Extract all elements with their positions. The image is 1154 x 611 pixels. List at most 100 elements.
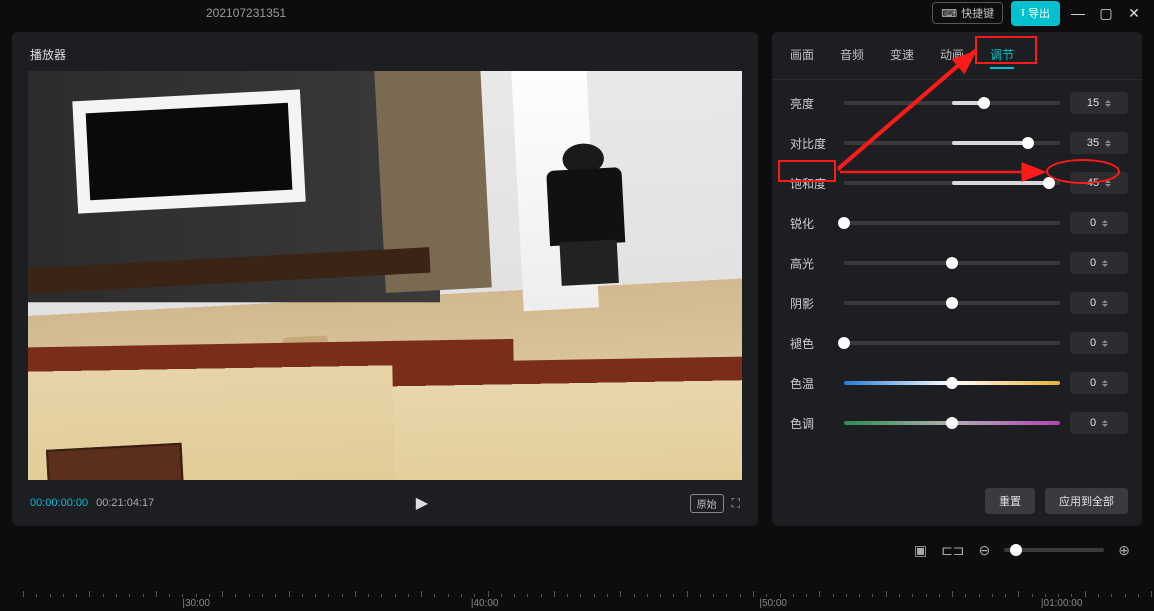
aspect-ratio-button[interactable]: 原始 (690, 494, 724, 513)
crop-icon: ▣ (914, 542, 927, 558)
slider-track[interactable] (844, 261, 1060, 265)
maximize-button[interactable]: ▢ (1096, 5, 1116, 22)
current-time: 00:00:00:00 (30, 497, 88, 509)
ruler-label: |01:00:00 (1041, 598, 1083, 609)
zoom-in-icon: ⊕ (1118, 542, 1130, 558)
split-tool[interactable]: ⊏⊐ (941, 542, 964, 559)
split-icon: ⊏⊐ (941, 542, 964, 558)
slider-value[interactable]: 35 (1070, 132, 1128, 154)
sliders-group: 亮度 15 对比度 35 饱和度 45 锐化 0 高光 0 阴影 0 褪色 0 色温 0 色调 0 (772, 80, 1142, 434)
preview-canvas[interactable] (28, 71, 742, 480)
slider-label: 色温 (790, 375, 834, 392)
stepper-icon[interactable] (1102, 300, 1108, 307)
slider-value[interactable]: 45 (1070, 172, 1128, 194)
tab-画面[interactable]: 画面 (790, 46, 814, 69)
slider-row-锐化: 锐化 0 (790, 212, 1128, 234)
slider-row-阴影: 阴影 0 (790, 292, 1128, 314)
slider-value[interactable]: 0 (1070, 252, 1128, 274)
zoom-slider[interactable] (1004, 548, 1104, 552)
slider-track[interactable] (844, 381, 1060, 385)
slider-track[interactable] (844, 301, 1060, 305)
stepper-icon[interactable] (1102, 340, 1108, 347)
slider-label: 对比度 (790, 135, 834, 152)
ruler-label: |30:00 (182, 598, 210, 609)
fullscreen-button[interactable]: ⛶ (732, 496, 740, 511)
ruler-label: |40:00 (471, 598, 499, 609)
slider-label: 色调 (790, 415, 834, 432)
apply-all-button[interactable]: 应用到全部 (1045, 488, 1128, 514)
export-button[interactable]: ⭱ 导出 (1011, 1, 1060, 26)
slider-label: 褪色 (790, 335, 834, 352)
title-bar: 202107231351 ⌨ 快捷键 ⭱ 导出 — ▢ ✕ (0, 0, 1154, 26)
slider-row-饱和度: 饱和度 45 (790, 172, 1128, 194)
slider-thumb[interactable] (1022, 137, 1034, 149)
zoom-out-icon: ⊖ (979, 542, 991, 558)
slider-thumb[interactable] (946, 377, 958, 389)
slider-track[interactable] (844, 421, 1060, 425)
tab-动画[interactable]: 动画 (940, 46, 964, 69)
zoom-in-button[interactable]: ⊕ (1118, 542, 1130, 559)
slider-row-色温: 色温 0 (790, 372, 1128, 394)
minimize-button[interactable]: — (1068, 5, 1088, 21)
preview-controls: 00:00:00:00 00:21:04:17 ▶ 原始 ⛶ (26, 480, 744, 526)
slider-thumb[interactable] (1043, 177, 1055, 189)
timeline-tools: ▣ ⊏⊐ ⊖ ⊕ (0, 536, 1154, 564)
preview-title: 播放器 (26, 42, 744, 71)
slider-row-褪色: 褪色 0 (790, 332, 1128, 354)
export-icon: ⭱ (1021, 4, 1025, 23)
video-frame (28, 71, 742, 480)
timeline-ruler[interactable]: |30:00 |40:00 |50:00 |01:00:00 (0, 579, 1154, 611)
slider-value[interactable]: 0 (1070, 372, 1128, 394)
stepper-icon[interactable] (1105, 100, 1111, 107)
stepper-icon[interactable] (1102, 380, 1108, 387)
slider-thumb[interactable] (946, 257, 958, 269)
slider-label: 阴影 (790, 295, 834, 312)
slider-thumb[interactable] (946, 297, 958, 309)
stepper-icon[interactable] (1105, 180, 1111, 187)
slider-row-色调: 色调 0 (790, 412, 1128, 434)
properties-footer: 重置 应用到全部 (772, 476, 1142, 526)
slider-track[interactable] (844, 341, 1060, 345)
slider-thumb[interactable] (838, 337, 850, 349)
slider-track[interactable] (844, 101, 1060, 105)
slider-value[interactable]: 0 (1070, 332, 1128, 354)
slider-label: 锐化 (790, 215, 834, 232)
ruler-label: |50:00 (759, 598, 787, 609)
tab-音频[interactable]: 音频 (840, 46, 864, 69)
slider-track[interactable] (844, 141, 1060, 145)
slider-row-对比度: 对比度 35 (790, 132, 1128, 154)
slider-label: 饱和度 (790, 175, 834, 192)
slider-track[interactable] (844, 221, 1060, 225)
slider-value[interactable]: 15 (1070, 92, 1128, 114)
slider-value[interactable]: 0 (1070, 412, 1128, 434)
tab-变速[interactable]: 变速 (890, 46, 914, 69)
stepper-icon[interactable] (1102, 260, 1108, 267)
slider-row-高光: 高光 0 (790, 252, 1128, 274)
slider-label: 高光 (790, 255, 834, 272)
slider-thumb[interactable] (978, 97, 990, 109)
play-button[interactable]: ▶ (416, 493, 428, 513)
slider-track[interactable] (844, 181, 1060, 185)
window-controls-area: ⌨ 快捷键 ⭱ 导出 — ▢ ✕ (932, 1, 1148, 26)
slider-thumb[interactable] (838, 217, 850, 229)
project-title: 202107231351 (206, 6, 286, 20)
zoom-out-button[interactable]: ⊖ (979, 542, 991, 559)
zoom-thumb[interactable] (1010, 544, 1022, 556)
slider-value[interactable]: 0 (1070, 212, 1128, 234)
stepper-icon[interactable] (1102, 420, 1108, 427)
export-label: 导出 (1028, 5, 1050, 21)
slider-thumb[interactable] (946, 417, 958, 429)
slider-value[interactable]: 0 (1070, 292, 1128, 314)
properties-tabs: 画面 音频 变速 动画 调节 (772, 32, 1142, 80)
duration: 00:21:04:17 (96, 497, 154, 509)
crop-tool[interactable]: ▣ (914, 542, 927, 559)
shortcuts-button[interactable]: ⌨ 快捷键 (932, 2, 1003, 24)
properties-panel: 画面 音频 变速 动画 调节 亮度 15 对比度 35 饱和度 45 锐化 0 高光 0 阴影 0 褪色 0 色温 0… (772, 32, 1142, 526)
slider-label: 亮度 (790, 95, 834, 112)
shortcuts-label: 快捷键 (961, 5, 994, 21)
stepper-icon[interactable] (1102, 220, 1108, 227)
stepper-icon[interactable] (1105, 140, 1111, 147)
close-button[interactable]: ✕ (1124, 5, 1144, 22)
reset-button[interactable]: 重置 (985, 488, 1035, 514)
tab-调节[interactable]: 调节 (990, 46, 1014, 69)
